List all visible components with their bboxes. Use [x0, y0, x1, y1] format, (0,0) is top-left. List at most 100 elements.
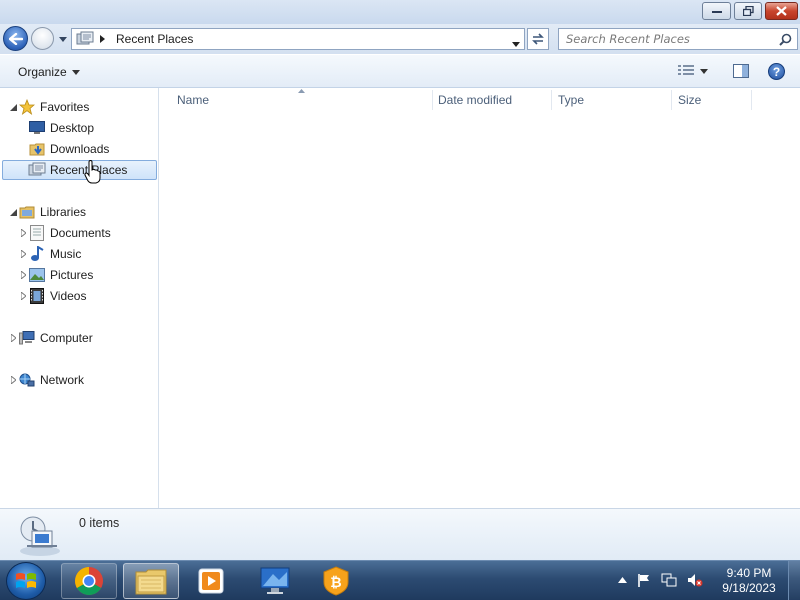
taskbar-clock[interactable]: 9:40 PM 9/18/2023 — [714, 566, 784, 596]
column-divider[interactable] — [551, 90, 552, 110]
taskbar-bitcoin-wallet[interactable]: ₿ — [308, 563, 364, 599]
restore-button[interactable] — [734, 2, 762, 20]
navigation-pane[interactable]: Favorites Desktop Downloads Recent Place… — [0, 88, 159, 508]
help-icon: ? — [772, 64, 781, 79]
column-divider[interactable] — [751, 90, 752, 110]
system-tray — [618, 573, 703, 587]
expand-arrow-icon[interactable] — [18, 271, 28, 279]
start-button[interactable] — [6, 562, 46, 600]
clock-time: 9:40 PM — [726, 566, 772, 580]
nav-item-downloads-label: Downloads — [50, 142, 110, 156]
refresh-button[interactable] — [527, 28, 549, 50]
recent-places-icon — [28, 162, 46, 178]
sort-ascending-icon — [298, 89, 305, 93]
expand-arrow-icon[interactable] — [18, 229, 28, 237]
address-dropdown-icon[interactable] — [512, 36, 520, 50]
taskbar-remote-desktop[interactable] — [247, 563, 303, 599]
show-hidden-icons-icon[interactable] — [618, 577, 627, 583]
nav-favorites-label: Favorites — [40, 100, 90, 114]
column-header-type[interactable]: Type — [558, 88, 584, 112]
nav-item-pictures-label: Pictures — [50, 268, 94, 282]
nav-item-music-label: Music — [50, 247, 82, 261]
back-button[interactable] — [3, 26, 28, 51]
minimize-icon — [711, 11, 722, 13]
column-header-date-modified[interactable]: Date modified — [438, 88, 512, 112]
help-button[interactable]: ? — [768, 63, 785, 80]
back-arrow-icon — [8, 32, 23, 45]
nav-libraries[interactable]: Libraries — [8, 202, 86, 222]
details-pane: 0 items — [0, 508, 800, 560]
chevron-down-icon — [71, 69, 80, 75]
nav-computer[interactable]: Computer — [8, 328, 93, 348]
nav-item-downloads[interactable]: Downloads — [18, 139, 109, 159]
recent-pages-button[interactable] — [57, 34, 69, 44]
nav-item-documents-label: Documents — [50, 226, 111, 240]
nav-item-pictures[interactable]: Pictures — [18, 265, 93, 285]
action-center-flag-icon[interactable] — [637, 573, 651, 587]
nav-item-desktop[interactable]: Desktop — [18, 118, 94, 138]
network-icon — [18, 372, 36, 388]
expand-arrow-icon[interactable] — [18, 292, 28, 300]
nav-item-music[interactable]: Music — [18, 244, 81, 264]
nav-favorites[interactable]: Favorites — [8, 97, 89, 117]
change-view-button[interactable] — [678, 65, 708, 77]
taskbar-media-player[interactable] — [183, 563, 239, 599]
nav-item-recent-places[interactable]: Recent Places — [2, 160, 157, 180]
chevron-down-icon — [59, 36, 67, 42]
refresh-icon — [532, 33, 544, 45]
remote-desktop-icon — [260, 567, 290, 594]
nav-item-videos[interactable]: Videos — [18, 286, 86, 306]
organize-button[interactable]: Organize — [18, 65, 80, 79]
window-titlebar[interactable] — [0, 0, 800, 24]
network-status-icon[interactable] — [661, 573, 677, 587]
forward-button[interactable] — [31, 27, 54, 50]
column-divider[interactable] — [432, 90, 433, 110]
computer-icon — [18, 330, 36, 346]
expand-arrow-icon[interactable] — [18, 250, 28, 258]
windows-logo-icon — [16, 573, 36, 588]
volume-muted-icon[interactable] — [687, 573, 703, 587]
show-desktop-button[interactable] — [788, 561, 800, 600]
chevron-down-icon — [700, 68, 708, 74]
expand-arrow-icon[interactable] — [8, 334, 18, 342]
search-input[interactable] — [566, 32, 776, 46]
column-name-label: Name — [177, 93, 210, 107]
clock-date: 9/18/2023 — [722, 581, 776, 595]
videos-icon — [28, 288, 46, 304]
close-button[interactable] — [765, 2, 798, 20]
file-list[interactable]: Name Date modified Type Size — [160, 88, 800, 508]
column-header-name[interactable]: Name — [177, 88, 209, 112]
pictures-icon — [28, 267, 46, 283]
libraries-icon — [18, 204, 36, 220]
collapse-arrow-icon[interactable] — [8, 103, 18, 111]
preview-pane-button[interactable] — [733, 64, 749, 81]
expand-arrow-icon[interactable] — [8, 376, 18, 384]
taskbar-chrome[interactable] — [61, 563, 117, 599]
breadcrumb-separator-icon[interactable] — [100, 35, 110, 43]
column-divider[interactable] — [671, 90, 672, 110]
recent-places-icon — [76, 31, 94, 45]
music-icon — [28, 246, 46, 262]
search-icon[interactable] — [779, 33, 792, 46]
nav-computer-label: Computer — [40, 331, 93, 345]
address-bar[interactable]: Recent Places — [71, 28, 525, 50]
minimize-button[interactable] — [702, 2, 731, 20]
column-header-size[interactable]: Size — [678, 88, 701, 112]
bitcoin-wallet-icon: ₿ — [323, 566, 349, 596]
recent-places-large-icon — [20, 516, 60, 556]
taskbar: ₿ 9:40 PM 9/18/2023 — [0, 560, 800, 600]
search-box[interactable] — [558, 28, 798, 50]
organize-label: Organize — [18, 65, 67, 79]
nav-network[interactable]: Network — [8, 370, 84, 390]
restore-icon — [742, 6, 754, 16]
view-details-icon — [678, 65, 694, 75]
nav-network-label: Network — [40, 373, 85, 387]
star-icon — [18, 99, 36, 115]
breadcrumb-recent-places[interactable]: Recent Places — [116, 32, 193, 46]
taskbar-file-explorer[interactable] — [123, 563, 179, 599]
column-date-label: Date modified — [438, 93, 513, 107]
media-player-icon — [198, 568, 224, 594]
nav-item-documents[interactable]: Documents — [18, 223, 111, 243]
item-count: 0 items — [79, 516, 120, 530]
collapse-arrow-icon[interactable] — [8, 208, 18, 216]
